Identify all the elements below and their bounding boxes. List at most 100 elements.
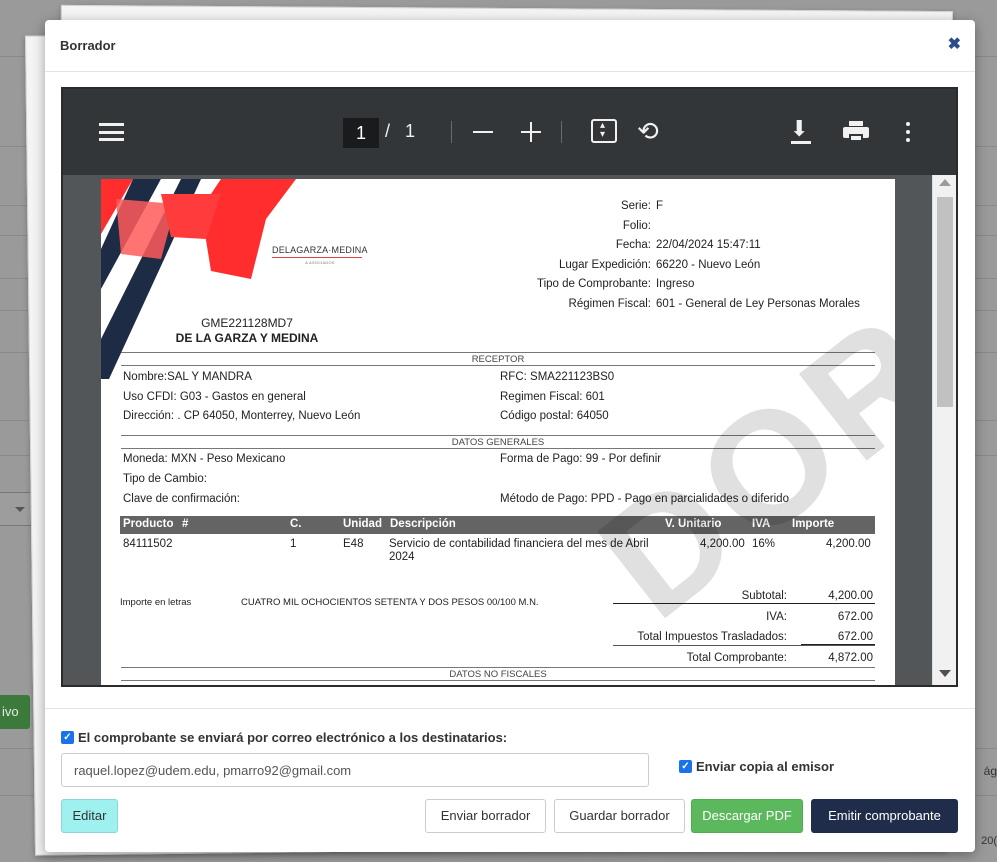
print-icon[interactable] — [843, 121, 869, 143]
col-importe: Importe — [792, 518, 835, 530]
tipo-cambio: Tipo de Cambio: — [123, 473, 207, 485]
cell-descripcion: Servicio de contabilidad financiera del … — [389, 538, 649, 563]
section-datos-generales: DATOS GENERALES — [121, 435, 875, 449]
more-options-icon[interactable] — [906, 122, 912, 144]
toolbar-divider — [561, 121, 562, 143]
receptor-uso-cfdi: Uso CFDI: G03 - Gastos en general — [123, 391, 306, 403]
section-receptor: RECEPTOR — [121, 352, 875, 366]
copy-sender-checkbox[interactable]: ✓ — [679, 760, 692, 773]
meta-value: 22/04/2024 15:47:11 — [656, 239, 761, 252]
col-valor-unitario: V. Unitario — [665, 518, 722, 530]
cell-cantidad: 1 — [290, 538, 297, 550]
meta-value: 601 - General de Ley Personas Morales — [656, 297, 860, 310]
col-numero: # — [182, 518, 189, 530]
total-value: 4,872.00 — [828, 651, 873, 664]
company-logo-text: DELAGARZA·MEDINA & ASOCIADOS — [272, 245, 368, 265]
pdf-scrollbar[interactable] — [932, 175, 956, 685]
forma-pago: Forma de Pago: 99 - Por definir — [500, 453, 662, 465]
total-label: Total Comprobante: — [686, 651, 787, 664]
meta-label: Folio: — [622, 219, 651, 232]
totals-rule — [613, 645, 875, 646]
invoice-page: DELAGARZA·MEDINA & ASOCIADOS Serie: Foli… — [101, 179, 895, 685]
bg-text: 20( — [981, 835, 997, 847]
meta-labels: Serie: Folio: Fecha: Lugar Expedición: T… — [537, 197, 651, 315]
totals-rule — [613, 603, 875, 604]
metodo-pago: Método de Pago: PPD - Pago en parcialida… — [500, 493, 789, 505]
page-total: 1 — [405, 121, 416, 141]
pdf-scroll-area[interactable]: DELAGARZA·MEDINA & ASOCIADOS Serie: Foli… — [63, 175, 956, 685]
bg-action-button: ivo — [0, 695, 30, 729]
copy-sender-option[interactable]: ✓ Enviar copia al emisor — [679, 759, 834, 774]
pdf-toolbar: 1 / 1 ⟲ ⬇ — [63, 89, 956, 175]
recipients-input[interactable] — [61, 753, 649, 787]
modal-footer: ✓ El comprobante se enviará por correo e… — [45, 708, 975, 852]
receptor-nombre: Nombre:SAL Y MANDRA — [123, 371, 252, 383]
close-icon[interactable]: ✖ — [948, 34, 961, 54]
section-datos-no-fiscales: DATOS NO FISCALES — [121, 667, 875, 681]
cell-producto: 84111502 — [123, 538, 173, 550]
meta-value: F — [656, 200, 664, 212]
meta-values: F 22/04/2024 15:47:11 66220 - Nuevo León… — [656, 197, 860, 315]
scroll-down-icon[interactable] — [939, 670, 951, 677]
rotate-icon[interactable]: ⟲ — [637, 117, 665, 145]
modal-title: Borrador — [60, 38, 116, 53]
page-number-input[interactable]: 1 — [343, 118, 379, 148]
modal-header: Borrador ✖ — [45, 20, 975, 72]
meta-label: Fecha: — [615, 239, 651, 252]
pdf-viewer: 1 / 1 ⟲ ⬇ — [61, 87, 958, 687]
scroll-up-icon[interactable] — [939, 179, 951, 186]
logo-name: DELAGARZA·MEDINA — [272, 245, 368, 255]
logo-underline — [272, 257, 362, 258]
col-producto: Producto — [123, 518, 174, 530]
total-value: 672.00 — [837, 610, 873, 623]
concepts-table-header: Producto # C. Unidad Descripción V. Unit… — [120, 516, 875, 534]
importe-letras: CUATRO MIL OCHOCIENTOS SETENTA Y DOS PES… — [241, 597, 539, 608]
download-pdf-button[interactable]: Descargar PDF — [691, 799, 803, 833]
zoom-in-icon[interactable] — [530, 122, 532, 142]
draft-modal: Borrador ✖ 1 / 1 ⟲ ⬇ — [45, 20, 975, 852]
fit-page-icon[interactable] — [591, 119, 617, 143]
send-email-option[interactable]: ✓ El comprobante se enviará por correo e… — [61, 730, 507, 745]
edit-button[interactable]: Editar — [61, 799, 118, 833]
importe-letras-label: Importe en letras — [120, 597, 192, 608]
meta-value: Ingreso — [656, 278, 695, 291]
cell-valor-unitario: 4,200.00 — [700, 538, 745, 550]
totals-values: 4,200.00 672.00 672.00 4,872.00 — [828, 586, 873, 668]
totals-labels: Subtotal: IVA: Total Impuestos Trasladad… — [637, 586, 787, 668]
send-email-checkbox[interactable]: ✓ — [61, 731, 74, 744]
save-draft-button[interactable]: Guardar borrador — [554, 799, 685, 833]
cell-importe: 4,200.00 — [826, 538, 871, 550]
chevron-down-icon — [15, 507, 25, 512]
cell-unidad: E48 — [343, 538, 364, 550]
send-email-label: El comprobante se enviará por correo ele… — [78, 730, 508, 745]
col-iva: IVA — [752, 518, 771, 530]
receptor-rfc: RFC: SMA221123BS0 — [500, 371, 615, 383]
emisor-rfc: GME221128MD7 — [201, 316, 293, 330]
emisor-name: DE LA GARZA Y MEDINA — [175, 331, 319, 345]
send-draft-button[interactable]: Enviar borrador — [425, 799, 546, 833]
emit-invoice-button[interactable]: Emitir comprobante — [811, 799, 958, 833]
menu-icon[interactable] — [99, 123, 124, 141]
meta-value: 66220 - Nuevo León — [656, 258, 761, 271]
col-descripcion: Descripción — [390, 518, 456, 530]
col-unidad: Unidad — [343, 518, 382, 530]
meta-label: Tipo de Comprobante: — [536, 278, 651, 291]
bg-text: ág — [983, 764, 997, 778]
toolbar-divider — [451, 121, 452, 143]
company-logo-graphic — [101, 179, 296, 379]
logo-sub: & ASOCIADOS — [305, 260, 335, 265]
receptor-cp: Código postal: 64050 — [500, 410, 609, 422]
clave-confirmacion: Clave de confirmación: — [123, 493, 240, 505]
zoom-out-icon[interactable] — [473, 131, 493, 133]
page-separator: / — [385, 121, 391, 141]
meta-value — [656, 217, 860, 237]
download-icon[interactable]: ⬇ — [790, 118, 812, 145]
total-label: IVA: — [766, 610, 787, 623]
receptor-direccion: Dirección: . CP 64050, Monterrey, Nuevo … — [123, 410, 361, 422]
meta-label: Lugar Expedición: — [558, 258, 651, 271]
scroll-thumb[interactable] — [937, 197, 953, 407]
receptor-regimen: Regimen Fiscal: 601 — [500, 391, 605, 403]
meta-label: Régimen Fiscal: — [568, 297, 651, 310]
copy-sender-label: Enviar copia al emisor — [696, 759, 835, 774]
col-cantidad: C. — [290, 518, 302, 530]
